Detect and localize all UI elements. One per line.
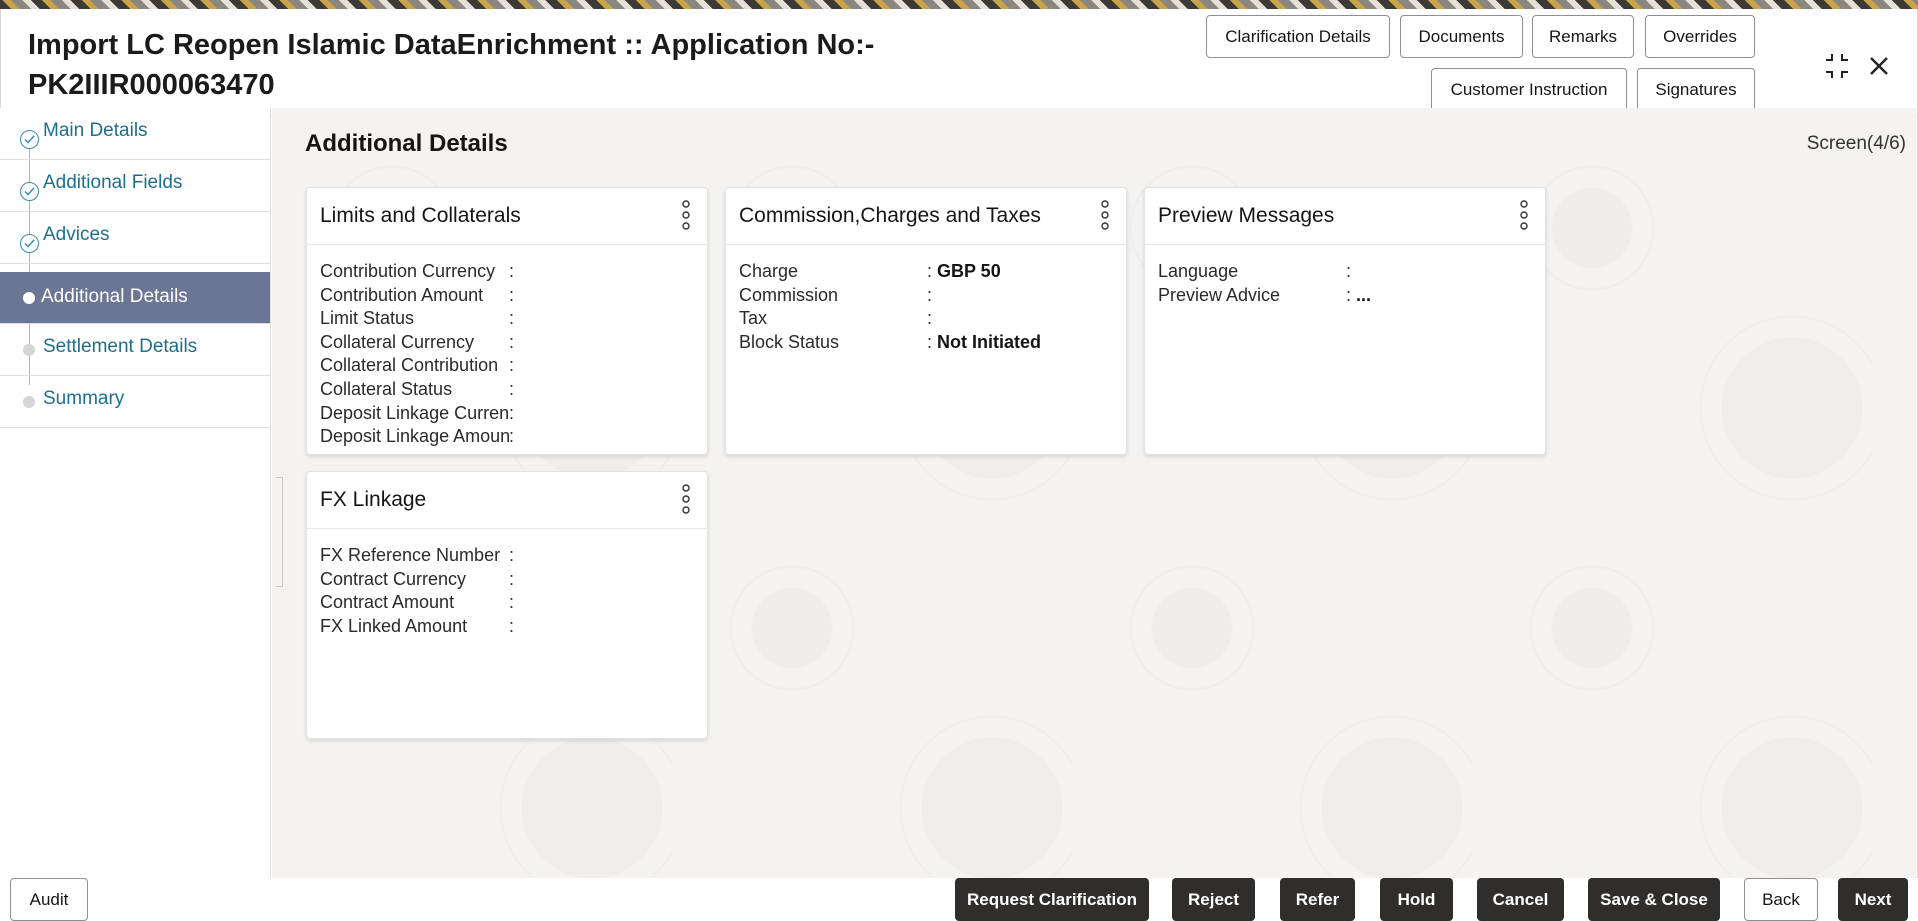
limits-collaterals-card: Limits and Collaterals Contribution Curr…	[306, 187, 708, 455]
check-icon	[20, 234, 39, 253]
field-label: Limit Status	[320, 308, 415, 328]
pending-step-dot-icon	[23, 396, 35, 408]
sidebar-item-label: Summary	[43, 388, 125, 409]
back-button[interactable]: Back	[1744, 878, 1818, 921]
field-label: Contribution Amount	[320, 285, 484, 305]
collapse-icon[interactable]	[1820, 49, 1854, 83]
field-colon: :	[927, 332, 933, 352]
field-colon: :	[509, 426, 515, 446]
sidebar-item-main-details[interactable]: Main Details	[0, 108, 270, 160]
field-colon: :	[927, 285, 933, 305]
step-navigation: Main Details Additional Fields Advices A…	[0, 108, 271, 878]
sidebar-item-label: Advices	[43, 224, 110, 245]
field-colon: :	[509, 545, 515, 565]
field-label: Deposit Linkage Amount	[320, 426, 509, 446]
action-footer: Audit Request Clarification Reject Refer…	[0, 878, 1918, 921]
field-value[interactable]: ...	[1356, 284, 1371, 306]
more-options-icon[interactable]	[679, 199, 693, 231]
field-label: FX Reference Number	[320, 545, 501, 565]
sidebar-item-label: Settlement Details	[43, 336, 198, 357]
sidebar-item-advices[interactable]: Advices	[0, 212, 270, 264]
field-label: Contract Currency	[320, 569, 467, 589]
check-icon	[20, 182, 39, 201]
save-close-button[interactable]: Save & Close	[1588, 878, 1720, 921]
field-label: Contract Amount	[320, 592, 455, 612]
sidebar-item-additional-details[interactable]: Additional Details	[0, 272, 270, 324]
field-label: Tax	[739, 308, 768, 328]
card-title: Commission,Charges and Taxes	[739, 204, 1041, 227]
field-colon: :	[927, 308, 933, 328]
field-label: Collateral Contribution	[320, 355, 499, 375]
sidebar-item-settlement-details[interactable]: Settlement Details	[0, 324, 270, 376]
field-label: Collateral Status	[320, 379, 453, 399]
field-label: Deposit Linkage Currency	[320, 403, 509, 423]
field-colon: :	[509, 355, 515, 375]
field-colon: :	[509, 616, 515, 636]
field-colon: :	[509, 379, 515, 399]
field-colon: :	[509, 261, 515, 281]
more-options-icon[interactable]	[679, 483, 693, 515]
field-colon: :	[509, 592, 515, 612]
field-value: GBP 50	[937, 261, 1001, 281]
field-label: Preview Advice	[1158, 285, 1281, 305]
remarks-button[interactable]: Remarks	[1532, 15, 1634, 58]
panel-resize-handle[interactable]	[276, 477, 283, 587]
field-colon: :	[509, 332, 515, 352]
section-title: Additional Details	[305, 130, 508, 157]
signatures-button[interactable]: Signatures	[1637, 68, 1755, 111]
close-icon[interactable]	[1862, 49, 1896, 83]
pending-step-dot-icon	[23, 344, 35, 356]
sidebar-item-label: Main Details	[43, 120, 148, 141]
screen-indicator: Screen(4/6)	[1806, 133, 1906, 154]
current-step-dot-icon	[23, 292, 35, 304]
card-header: Limits and Collaterals	[307, 188, 707, 245]
window-header: Import LC Reopen Islamic DataEnrichment …	[1, 9, 1917, 116]
card-title: Limits and Collaterals	[320, 204, 521, 227]
field-colon: :	[1346, 285, 1352, 305]
cancel-button[interactable]: Cancel	[1477, 878, 1564, 921]
refer-button[interactable]: Refer	[1280, 878, 1355, 921]
next-button[interactable]: Next	[1838, 878, 1908, 921]
preview-messages-card: Preview Messages Language: Preview Advic…	[1144, 187, 1546, 455]
card-header: Commission,Charges and Taxes	[726, 188, 1126, 245]
page-title: Import LC Reopen Islamic DataEnrichment …	[28, 29, 875, 101]
card-title: FX Linkage	[320, 488, 427, 511]
field-label: Commission	[739, 285, 839, 305]
hold-button[interactable]: Hold	[1380, 878, 1453, 921]
check-icon	[20, 130, 39, 149]
card-header: FX Linkage	[307, 472, 707, 529]
more-options-icon[interactable]	[1517, 199, 1531, 231]
field-label: Charge	[739, 261, 799, 281]
field-label: Collateral Currency	[320, 332, 475, 352]
card-header: Preview Messages	[1145, 188, 1545, 245]
field-colon: :	[927, 261, 933, 281]
background-strip	[0, 0, 1918, 9]
sidebar-item-summary[interactable]: Summary	[0, 376, 270, 428]
reject-button[interactable]: Reject	[1172, 878, 1255, 921]
request-clarification-button[interactable]: Request Clarification	[955, 878, 1149, 921]
overrides-button[interactable]: Overrides	[1645, 15, 1755, 58]
sidebar-item-additional-fields[interactable]: Additional Fields	[0, 160, 270, 212]
field-label: Language	[1158, 261, 1239, 281]
fx-linkage-card: FX Linkage FX Reference Number: Contract…	[306, 471, 708, 739]
field-label: Block Status	[739, 332, 840, 352]
field-colon: :	[509, 285, 515, 305]
sidebar-item-label: Additional Fields	[43, 172, 183, 193]
commission-charges-taxes-card: Commission,Charges and Taxes Charge: GBP …	[725, 187, 1127, 455]
field-colon: :	[509, 569, 515, 589]
field-colon: :	[1346, 261, 1352, 281]
more-options-icon[interactable]	[1098, 199, 1112, 231]
sidebar-item-label: Additional Details	[41, 286, 188, 307]
field-colon: :	[509, 308, 515, 328]
customer-instruction-button[interactable]: Customer Instruction	[1431, 68, 1627, 111]
clarification-details-button[interactable]: Clarification Details	[1206, 15, 1390, 58]
documents-button[interactable]: Documents	[1400, 15, 1523, 58]
field-value: Not Initiated	[937, 332, 1041, 352]
field-label: Contribution Currency	[320, 261, 496, 281]
field-colon: :	[509, 403, 515, 423]
audit-button[interactable]: Audit	[10, 878, 88, 921]
card-title: Preview Messages	[1158, 204, 1335, 227]
field-label: FX Linked Amount	[320, 616, 468, 636]
